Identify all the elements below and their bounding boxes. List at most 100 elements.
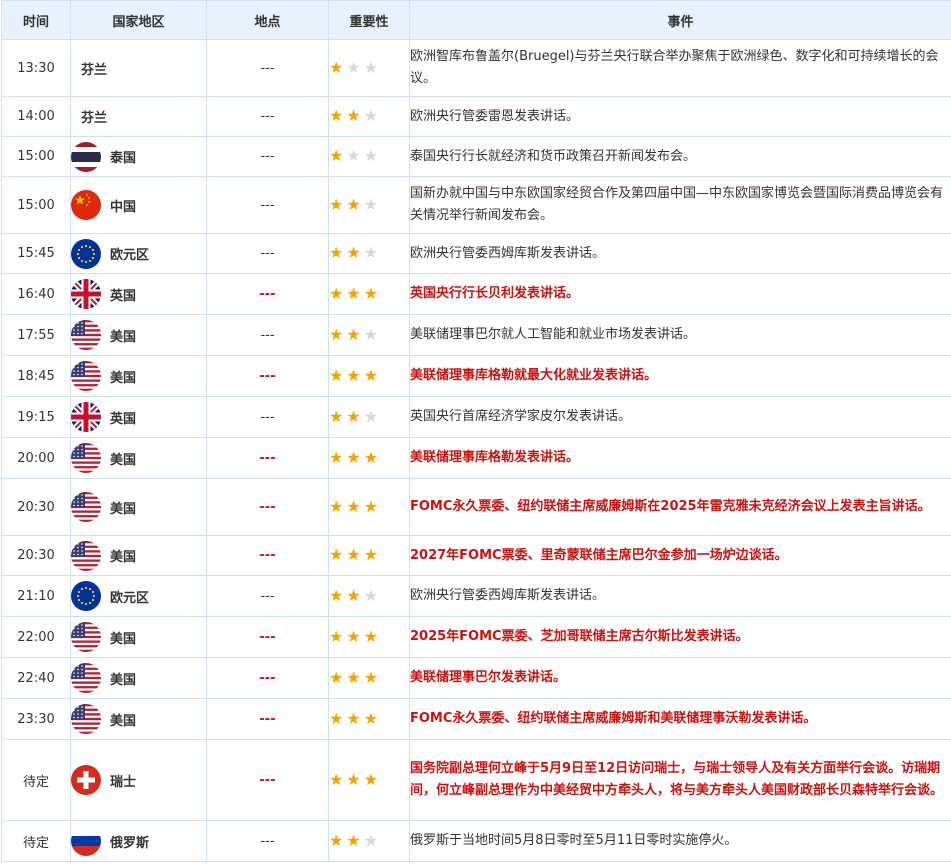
star-icon: ★ (329, 57, 344, 77)
event-location: --- (206, 396, 329, 438)
event-region: 美国 (70, 698, 207, 740)
event-description: 英国央行行长贝利发表讲话。 (409, 273, 951, 315)
event-description: 欧洲智库布鲁盖尔(Bruegel)与芬兰央行联合举办聚焦于欧洲绿色、数字化和可持… (409, 39, 951, 97)
event-location: --- (206, 657, 329, 699)
star-icon: ★ (363, 626, 379, 646)
event-location: --- (206, 176, 329, 234)
star-icon: ★ (363, 106, 379, 125)
event-region: 欧元区 (70, 575, 207, 617)
us-flag-icon (71, 704, 101, 734)
star-icon: ★ (346, 626, 361, 646)
switzerland-flag-icon (71, 765, 101, 795)
event-time: 14:00 (1, 96, 71, 137)
region-name: 芬兰 (81, 62, 108, 78)
table-row: 22:00 美国 --- ★ ★ ★ 2025年FOMC票委、芝加哥联储主席古尔斯比发表讲话… (1, 616, 951, 658)
us-flag-icon (71, 663, 101, 693)
header-importance: 重要性 (328, 0, 410, 40)
star-icon: ★ (363, 708, 379, 728)
event-region: 英国 (70, 273, 207, 315)
us-flag-icon (71, 361, 101, 391)
star-icon: ★ (363, 146, 379, 165)
importance-rating: ★ ★ ★ (328, 273, 410, 315)
region-name: 芬兰 (81, 111, 108, 126)
star-icon: ★ (346, 406, 361, 426)
region-name: 美国 (110, 550, 137, 565)
us-flag-icon (71, 622, 101, 652)
us-flag-icon (71, 320, 101, 350)
star-icon: ★ (363, 769, 379, 789)
header-event: 事件 (409, 0, 951, 40)
star-icon: ★ (329, 146, 344, 165)
event-region: 英国 (70, 396, 207, 438)
importance-rating: ★ ★ ★ (328, 739, 410, 821)
star-icon: ★ (363, 667, 379, 687)
table-row: 21:10 欧元区 --- ★ ★ ★ 欧洲央行管委西姆库斯发表讲话。 (1, 575, 951, 617)
event-description: 国务院副总理何立峰于5月9日至12日访问瑞士，与瑞士领导人及有关方面举行会谈。访… (409, 739, 951, 821)
star-icon: ★ (363, 545, 379, 564)
importance-rating: ★ ★ ★ (328, 698, 410, 740)
importance-rating: ★ ★ ★ (328, 616, 410, 658)
eu-flag-icon (71, 581, 101, 611)
event-region: 欧元区 (70, 233, 207, 274)
star-icon: ★ (346, 365, 361, 385)
header-region: 国家地区 (70, 0, 207, 40)
table-row: 14:00 芬兰 --- ★ ★ ★ 欧洲央行管委雷恩发表讲话。 (1, 96, 951, 137)
russia-flag-icon (71, 826, 101, 856)
event-description: 欧洲央行管委西姆库斯发表讲话。 (409, 575, 951, 617)
table-row: 20:00 美国 --- ★ ★ ★ 美联储理事库格勒发表讲话。 (1, 437, 951, 479)
event-region: 美国 (70, 355, 207, 397)
importance-rating: ★ ★ ★ (328, 136, 410, 177)
star-icon: ★ (363, 585, 379, 605)
event-time: 18:45 (1, 355, 71, 397)
event-location: --- (206, 820, 329, 862)
thailand-flag-icon (71, 141, 101, 172)
event-region: 美国 (70, 657, 207, 699)
event-time: 13:30 (1, 39, 71, 97)
star-icon: ★ (363, 57, 379, 77)
star-icon: ★ (329, 708, 344, 728)
event-location: --- (206, 355, 329, 397)
star-icon: ★ (329, 830, 344, 850)
star-icon: ★ (346, 194, 361, 214)
event-region: 美国 (70, 437, 207, 479)
star-icon: ★ (329, 194, 344, 214)
importance-rating: ★ ★ ★ (328, 820, 410, 862)
eu-flag-icon (71, 238, 101, 269)
region-name: 英国 (110, 411, 137, 427)
table-row: 15:00 泰国 --- ★ ★ ★ 泰国央行行长就经济和货币政策召开新闻发布会。 (1, 136, 951, 177)
region-name: 美国 (110, 329, 137, 345)
importance-rating: ★ ★ ★ (328, 575, 410, 617)
importance-rating: ★ ★ ★ (328, 233, 410, 274)
event-region: 泰国 (70, 136, 207, 177)
region-name: 美国 (110, 370, 137, 386)
event-description: 美联储理事巴尔就人工智能和就业市场发表讲话。 (409, 314, 951, 356)
event-description: 英国央行首席经济学家皮尔发表讲话。 (409, 396, 951, 438)
region-name: 美国 (110, 713, 137, 729)
region-name: 俄罗斯 (110, 835, 150, 851)
event-time: 15:00 (1, 136, 71, 177)
event-time: 20:30 (1, 535, 71, 576)
importance-rating: ★ ★ ★ (328, 437, 410, 479)
event-description: 国新办就中国与中东欧国家经贸合作及第四届中国—中东欧国家博览会暨国际消费品博览会… (409, 176, 951, 234)
star-icon: ★ (346, 146, 361, 165)
region-name: 瑞士 (110, 774, 137, 790)
event-description: 2027年FOMC票委、里奇蒙联储主席巴尔金参加一场炉边谈话。 (409, 535, 951, 576)
event-region: 瑞士 (70, 739, 207, 821)
table-row: 19:15 英国 --- ★ ★ ★ 英国央行首席经济学家皮尔发表讲话。 (1, 396, 951, 438)
us-flag-icon (71, 443, 101, 473)
importance-rating: ★ ★ ★ (328, 39, 410, 97)
event-description: 欧洲央行管委雷恩发表讲话。 (409, 96, 951, 137)
star-icon: ★ (363, 365, 379, 385)
star-icon: ★ (329, 324, 344, 344)
event-time: 19:15 (1, 396, 71, 438)
table-row: 待定 瑞士 --- ★ ★ ★ 国务院副总理何立峰于5月9日至12日访问瑞士，与瑞士领导人及… (1, 739, 951, 821)
event-time: 16:40 (1, 273, 71, 315)
star-icon: ★ (346, 769, 361, 789)
table-row: 17:55 美国 --- ★ ★ ★ 美联储理事巴尔就人工智能和就业市场发表讲话。 (1, 314, 951, 356)
star-icon: ★ (346, 243, 361, 262)
event-time: 17:55 (1, 314, 71, 356)
star-icon: ★ (329, 545, 344, 564)
event-region: 芬兰 (70, 96, 207, 137)
importance-rating: ★ ★ ★ (328, 478, 410, 536)
table-row: 22:40 美国 --- ★ ★ ★ 美联储理事巴尔发表讲话。 (1, 657, 951, 699)
